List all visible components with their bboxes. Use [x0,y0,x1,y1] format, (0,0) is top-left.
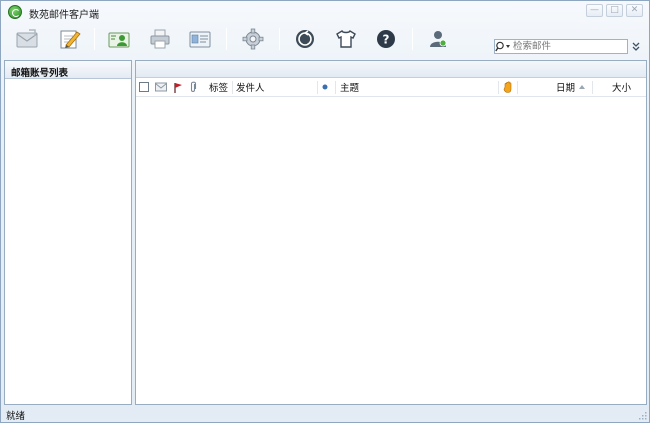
mail-list-header: 标签 发件人 主题 日期 大小 [136,78,646,97]
help-icon: ? [377,30,395,48]
compose-button[interactable] [55,26,83,52]
flag-icon [174,82,182,93]
settings-button[interactable] [239,26,267,52]
status-text: 就绪 [6,411,26,422]
print-button[interactable] [146,26,174,52]
help-button[interactable]: ? [372,26,400,52]
select-all-checkbox[interactable] [139,78,153,96]
receive-mail-button[interactable] [13,26,41,52]
toolbar-separator [226,28,227,50]
gear-icon [242,28,264,50]
main-window: 数苑邮件客户端 — □ ✕ ? 检索邮件 邮箱账号列表 标签 发件人 主题 日期… [0,0,650,423]
account-button[interactable] [424,26,452,52]
account-list-header: 邮箱账号列表 [5,61,131,79]
sort-ascending-icon [578,78,588,96]
envelope-column-icon [155,82,167,92]
window-title: 数苑邮件客户端 [29,10,99,21]
search-input[interactable] [513,40,635,53]
tshirt-icon [336,30,356,48]
flag-column[interactable] [173,78,185,96]
title-bar: 数苑邮件客户端 — □ ✕ [1,1,649,23]
subject-column-header[interactable]: 主题 [340,78,490,96]
printer-icon [150,29,170,49]
toolbar-separator [279,28,280,50]
status-bar: 就绪 [1,406,649,422]
envelope-icon [16,29,38,48]
compose-pencil-icon [60,30,81,49]
contact-card-icon [108,32,130,48]
search-icon[interactable] [495,40,513,53]
size-column-header[interactable]: 大小 [612,78,638,96]
search-box[interactable] [494,39,635,54]
address-book-button[interactable] [186,26,214,52]
update-button[interactable] [291,26,319,52]
minimize-button[interactable]: — [586,4,603,17]
account-list-panel: 邮箱账号列表 [4,60,132,405]
user-icon [430,31,447,47]
sign-column[interactable] [503,78,515,96]
mail-list-toolbar [136,61,646,78]
attachment-column[interactable] [189,78,201,96]
read-status-column[interactable] [155,78,169,96]
app-logo-icon [8,5,22,19]
toolbar: ? [1,23,649,57]
skin-button[interactable] [332,26,360,52]
toolbar-separator [94,28,95,50]
svg-text:?: ? [383,33,390,47]
toolbar-separator [412,28,413,50]
address-card-icon [189,31,211,48]
dot-icon [322,84,328,90]
account-list[interactable] [5,79,131,404]
contacts-button[interactable] [105,26,133,52]
sender-column-header[interactable]: 发件人 [236,78,316,96]
maximize-button[interactable]: □ [606,4,623,17]
tag-column-header[interactable]: 标签 [209,78,233,96]
priority-column[interactable] [322,78,332,96]
window-controls: — □ ✕ [586,4,643,17]
resize-grip-icon[interactable] [638,411,647,420]
chevron-double-down-icon[interactable] [631,41,641,53]
hand-icon [503,81,512,93]
close-button[interactable]: ✕ [626,4,643,17]
paperclip-icon [190,81,197,93]
mail-list-panel: 标签 发件人 主题 日期 大小 [135,60,647,405]
globe-icon [296,30,314,48]
mail-list-body[interactable] [136,97,646,403]
